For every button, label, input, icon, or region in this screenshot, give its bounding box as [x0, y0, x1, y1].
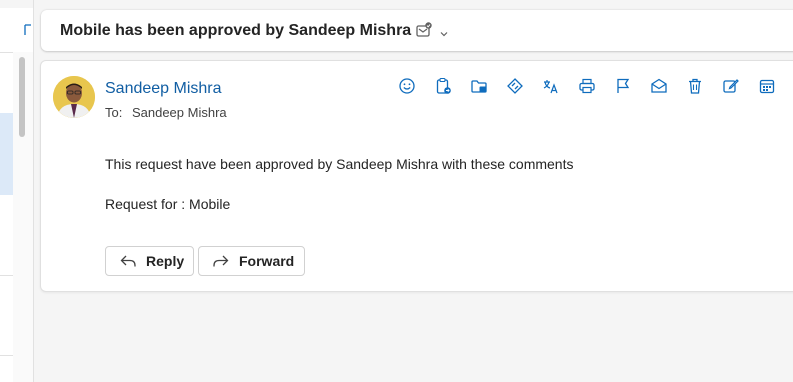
to-label: To: [105, 105, 123, 120]
recipient-name[interactable]: Sandeep Mishra [132, 105, 227, 120]
recipient-line: To: Sandeep Mishra [105, 105, 227, 120]
delete-icon[interactable] [684, 75, 706, 97]
clipboard-icon[interactable] [432, 75, 454, 97]
tag-icon[interactable] [504, 75, 526, 97]
forward-icon [213, 255, 229, 267]
move-folder-icon[interactable] [468, 75, 490, 97]
subject-title: Mobile has been approved by Sandeep Mish… [60, 22, 412, 39]
list-divider [0, 52, 13, 53]
list-item-selected[interactable] [0, 113, 13, 195]
message-list-pane [0, 0, 34, 382]
avatar[interactable] [53, 76, 95, 118]
print-icon[interactable] [576, 75, 598, 97]
emoji-icon[interactable] [396, 75, 418, 97]
list-divider [0, 275, 13, 276]
flag-icon[interactable] [612, 75, 634, 97]
list-scrollbar-thumb[interactable] [19, 57, 25, 137]
list-top-strip [0, 0, 33, 8]
sender-name[interactable]: Sandeep Mishra [105, 80, 222, 98]
filter-icon[interactable] [24, 24, 32, 39]
message-body-line: Request for : Mobile [105, 196, 231, 212]
message-card: Sandeep Mishra To: Sandeep Mishra This r… [40, 60, 793, 292]
subject-bar: Mobile has been approved by Sandeep Mish… [41, 10, 793, 51]
reply-button[interactable]: Reply [105, 246, 194, 276]
reply-icon [120, 255, 136, 267]
message-body-line: This request have been approved by Sande… [105, 156, 574, 172]
translate-icon[interactable] [540, 75, 562, 97]
summary-icon[interactable] [415, 21, 433, 39]
chevron-down-icon[interactable] [439, 26, 449, 37]
edit-icon[interactable] [720, 75, 742, 97]
forward-label: Forward [239, 253, 295, 269]
reply-label: Reply [146, 253, 185, 269]
calendar-icon[interactable] [756, 75, 778, 97]
list-divider [0, 355, 13, 356]
forward-button[interactable]: Forward [198, 246, 305, 276]
mark-read-icon[interactable] [648, 75, 670, 97]
